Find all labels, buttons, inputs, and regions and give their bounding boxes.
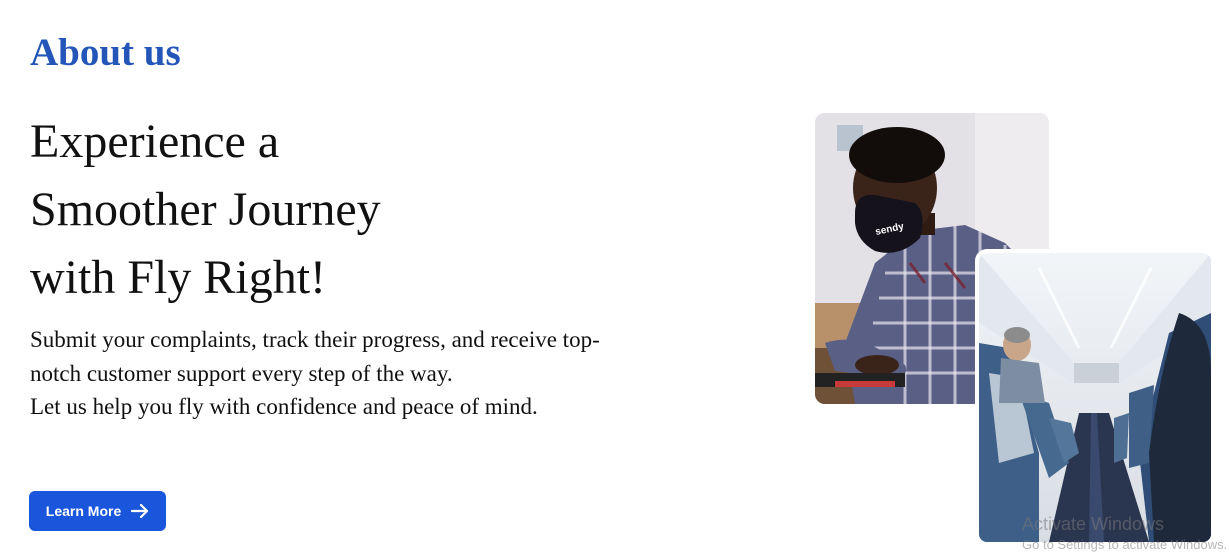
description-line-2: Let us help you fly with confidence and … xyxy=(30,394,538,419)
headline-line-2: Smoother Journey xyxy=(30,183,381,236)
airplane-cabin-photo xyxy=(975,249,1215,546)
headline: Experience a Smoother Journey with Fly R… xyxy=(30,108,381,312)
headline-line-3: with Fly Right! xyxy=(30,251,327,304)
description: Submit your complaints, track their prog… xyxy=(30,323,640,424)
watermark-subtitle: Go to Settings to activate Windows. xyxy=(1022,537,1228,552)
headline-line-1: Experience a xyxy=(30,115,280,168)
learn-more-label: Learn More xyxy=(45,503,122,519)
section-title: About us xyxy=(30,31,181,74)
description-line-1: Submit your complaints, track their prog… xyxy=(30,327,600,386)
windows-activation-watermark: Activate Windows Go to Settings to activ… xyxy=(1022,512,1227,554)
watermark-title: Activate Windows xyxy=(1022,514,1165,534)
arrow-right-icon xyxy=(131,504,149,518)
learn-more-button[interactable]: Learn More xyxy=(29,491,166,531)
